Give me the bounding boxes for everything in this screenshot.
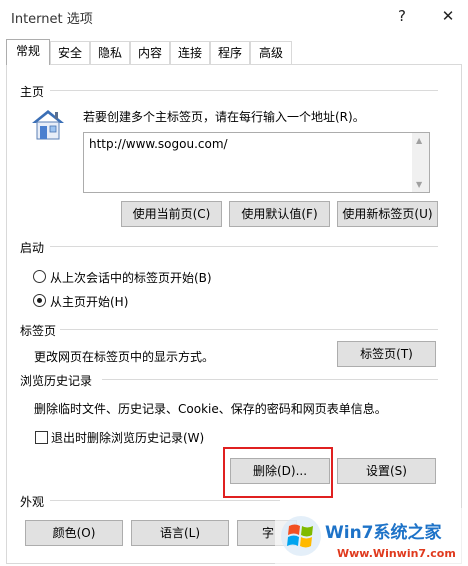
textarea-scrollbar[interactable]: ▲ ▼: [412, 133, 429, 192]
watermark-logo: Win7系统之家 Www.Winwin7.com: [275, 508, 465, 564]
startup-home-radio[interactable]: [33, 294, 46, 307]
languages-button[interactable]: 语言(L): [131, 520, 229, 546]
tab-security[interactable]: 安全: [50, 41, 90, 64]
help-button[interactable]: ?: [390, 6, 414, 26]
use-default-button[interactable]: 使用默认值(F): [229, 201, 330, 227]
tab-advanced[interactable]: 高级: [250, 41, 292, 64]
delete-on-exit-checkbox[interactable]: [35, 431, 48, 444]
startup-section-title: 启动: [20, 241, 45, 255]
delete-button-highlight: [223, 447, 333, 498]
tabs-separator: [60, 329, 438, 330]
startup-last-session-radio[interactable]: [33, 270, 46, 283]
home-separator: [50, 90, 438, 91]
house-icon: [32, 110, 64, 140]
home-url-textarea[interactable]: http://www.sogou.com/ ▲ ▼: [83, 132, 430, 193]
scroll-down-icon[interactable]: ▼: [416, 180, 422, 189]
tabs-button[interactable]: 标签页(T): [337, 341, 436, 367]
tab-privacy[interactable]: 隐私: [90, 41, 130, 64]
history-separator: [102, 379, 438, 380]
tab-connections[interactable]: 连接: [170, 41, 210, 64]
watermark-line2: Www.Winwin7.com: [337, 547, 456, 560]
tab-programs[interactable]: 程序: [210, 41, 250, 64]
tab-general[interactable]: 常规: [6, 39, 50, 65]
history-settings-button[interactable]: 设置(S): [337, 458, 436, 484]
delete-on-exit-label[interactable]: 退出时删除浏览历史记录(W): [51, 429, 204, 446]
home-section-title: 主页: [20, 85, 45, 99]
colors-button[interactable]: 颜色(O): [25, 520, 123, 546]
startup-last-session-label[interactable]: 从上次会话中的标签页开始(B): [50, 269, 212, 286]
appearance-section-title: 外观: [20, 495, 45, 509]
tabs-description: 更改网页在标签页中的显示方式。: [34, 350, 215, 364]
home-url-value: http://www.sogou.com/: [89, 137, 228, 151]
tab-content[interactable]: 内容: [130, 41, 170, 64]
appearance-separator: [50, 500, 280, 501]
windows-logo-icon: [281, 516, 321, 556]
home-hint: 若要创建多个主标签页，请在每行输入一个地址(R)。: [83, 110, 365, 124]
startup-home-label[interactable]: 从主页开始(H): [50, 293, 128, 310]
use-new-tab-button[interactable]: 使用新标签页(U): [337, 201, 438, 227]
history-section-title: 浏览历史记录: [20, 374, 93, 388]
history-description: 删除临时文件、历史记录、Cookie、保存的密码和网页表单信息。: [34, 402, 387, 416]
scroll-up-icon[interactable]: ▲: [416, 136, 422, 145]
startup-separator: [50, 246, 438, 247]
window-title: Internet 选项: [11, 12, 93, 27]
use-current-button[interactable]: 使用当前页(C): [121, 201, 222, 227]
close-button[interactable]: ✕: [436, 6, 460, 26]
tabs-section-title: 标签页: [20, 324, 57, 338]
title-bar: Internet 选项 ? ✕: [0, 0, 468, 34]
watermark-line1: Win7系统之家: [325, 522, 442, 543]
